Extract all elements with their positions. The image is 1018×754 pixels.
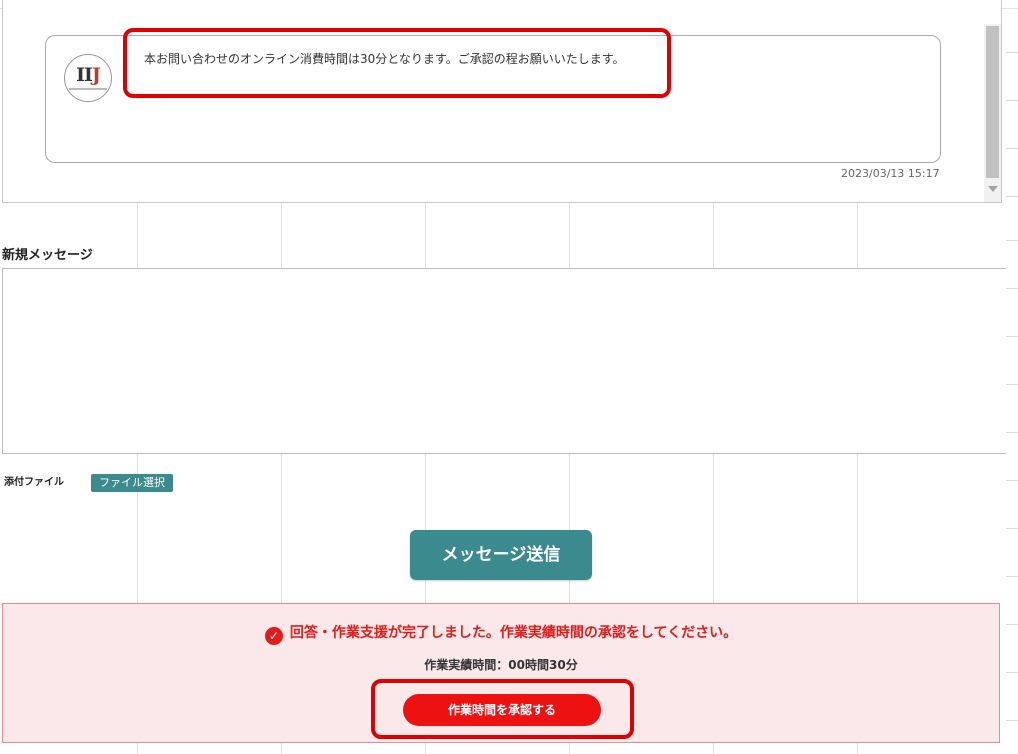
avatar: IIJ: [64, 54, 112, 102]
grid-line: [1006, 624, 1018, 625]
grid-line: [1006, 432, 1018, 433]
grid-line: [1006, 288, 1018, 289]
new-message-input[interactable]: [2, 268, 1006, 454]
scroll-down-arrow-icon[interactable]: [988, 186, 998, 192]
attachment-label: 添付ファイル: [4, 477, 64, 488]
grid-line: [1006, 52, 1018, 53]
notice-message-row: ✓ 回答・作業支援が完了しました。作業実績時間の承認をしてください。: [3, 622, 999, 645]
grid-line: [1006, 672, 1018, 673]
highlight-box-message: [123, 28, 671, 98]
file-select-button[interactable]: ファイル選択: [91, 474, 173, 492]
work-time-text: 作業実績時間：00時間30分: [424, 658, 578, 672]
new-message-label: 新規メッセージ: [2, 248, 93, 263]
highlight-box-approve: [371, 679, 634, 739]
grid-line: [1006, 576, 1018, 577]
history-scrollbar[interactable]: [984, 24, 1001, 202]
notice-message: 回答・作業支援が完了しました。作業実績時間の承認をしてください。: [289, 625, 738, 641]
grid-line: [1006, 480, 1018, 481]
grid-line: [1006, 336, 1018, 337]
grid-line: [1006, 148, 1018, 149]
grid-line: [1006, 720, 1018, 721]
grid-line: [1006, 100, 1018, 101]
message-timestamp: 2023/03/13 15:17: [841, 167, 940, 180]
scrollbar-thumb[interactable]: [986, 26, 999, 178]
logo-tagline: [69, 88, 107, 90]
grid-line: [1006, 196, 1018, 197]
grid-line: [1006, 528, 1018, 529]
company-logo: IIJ: [76, 64, 101, 86]
check-circle-icon: ✓: [264, 627, 283, 645]
send-message-button[interactable]: メッセージ送信: [410, 530, 592, 580]
grid-line: [1006, 384, 1018, 385]
grid-line: [1006, 240, 1018, 241]
